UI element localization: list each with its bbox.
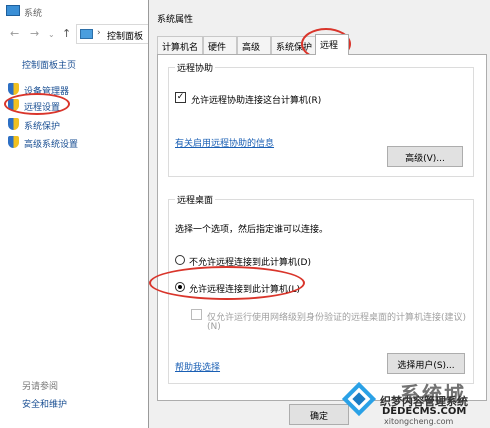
annotation-oval-remote-settings (4, 93, 70, 115)
recent-chevron-icon[interactable]: ⌄ (48, 30, 55, 39)
shield-icon (8, 136, 19, 148)
tab-hardware[interactable]: 硬件 (203, 36, 237, 54)
control-panel-icon (80, 29, 93, 39)
select-users-button[interactable]: 选择用户(S)... (387, 353, 465, 374)
advanced-button[interactable]: 高级(V)... (387, 146, 463, 167)
system-window-title: 系统 (24, 9, 43, 19)
watermark-site: DEDECMS.COM (382, 406, 467, 417)
nla-label[interactable]: 仅允许运行使用网络级别身份验证的远程桌面的计算机连接(建议) (207, 310, 466, 323)
control-panel-home-link[interactable]: 控制面板主页 (22, 58, 76, 71)
sidebar-item-label: 高级系统设置 (24, 140, 79, 150)
sidebar-item-label: 系统保护 (24, 122, 61, 132)
security-maintenance-link[interactable]: 安全和维护 (22, 397, 67, 410)
nla-checkbox[interactable] (191, 309, 202, 320)
remote-desktop-label: 远程桌面 (175, 193, 216, 206)
brand-logo-icon (341, 381, 377, 417)
breadcrumb-control-panel[interactable]: 控制面板 (107, 29, 143, 42)
system-properties-dialog: 系统属性 计算机名 硬件 高级 系统保护 远程 远程协助 ✓ 允许远程协助连接这… (148, 0, 490, 428)
allow-remote-assistance-label[interactable]: 允许远程协助连接这台计算机(R) (191, 93, 321, 106)
remote-desktop-instruction: 选择一个选项，然后指定谁可以连接。 (175, 225, 329, 235)
see-also-heading: 另请参阅 (22, 382, 59, 392)
nla-label-shortcut: (N) (207, 322, 221, 332)
forward-arrow-icon[interactable]: → (30, 27, 39, 40)
tab-advanced[interactable]: 高级 (237, 36, 271, 54)
shield-icon (8, 83, 19, 95)
tab-remote[interactable]: 远程 (315, 34, 349, 55)
help-me-choose-link[interactable]: 帮助我选择 (175, 360, 220, 373)
breadcrumb-chevron-icon: › (97, 28, 101, 38)
watermark-site-alt: xitongcheng.com (384, 417, 454, 426)
remote-assistance-group: 远程协助 ✓ 允许远程协助连接这台计算机(R) 有关启用远程协助的信息 高级(V… (168, 61, 474, 177)
annotation-oval-allow-remote (149, 266, 305, 300)
deny-remote-radio[interactable] (175, 255, 185, 265)
site-watermark: 系统城 织梦内容管理系统 DEDECMS.COM xitongcheng.com (340, 378, 490, 428)
remote-assistance-label: 远程协助 (175, 61, 216, 74)
shield-icon (8, 118, 19, 130)
sidebar-item-system-protection[interactable]: 系统保护 (8, 117, 148, 133)
sidebar-item-advanced-settings[interactable]: 高级系统设置 (8, 135, 148, 151)
remote-assistance-info-link[interactable]: 有关启用远程协助的信息 (175, 136, 274, 149)
remote-tab-panel: 远程协助 ✓ 允许远程协助连接这台计算机(R) 有关启用远程协助的信息 高级(V… (157, 54, 487, 401)
dialog-title: 系统属性 (157, 15, 194, 25)
system-title-bar: 系统 (0, 0, 150, 22)
tab-strip: 计算机名 硬件 高级 系统保护 远程 (157, 34, 490, 55)
address-bar[interactable]: › 控制面板 (76, 24, 150, 44)
system-window-icon (6, 5, 20, 16)
up-arrow-icon[interactable]: ↑ (62, 27, 71, 40)
allow-remote-assistance-checkbox[interactable]: ✓ (175, 92, 186, 103)
back-arrow-icon[interactable]: ← (10, 27, 19, 40)
tab-computer-name[interactable]: 计算机名 (157, 36, 203, 54)
